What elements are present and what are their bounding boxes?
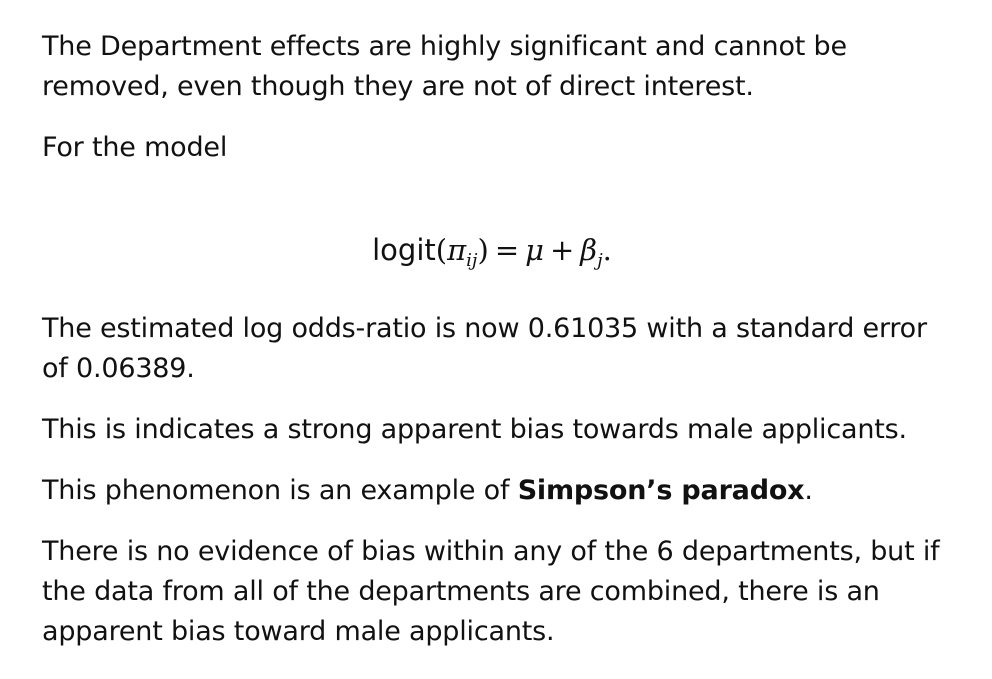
paragraph-log-odds-ratio: The estimated log odds-ratio is now 0.61… [42,309,927,389]
slide-page: { "slide": { "para1": { "lines": [ "The … [0,0,992,679]
text-line: There is no evidence of bias within any … [42,536,940,567]
text-line: the data from all of the departments are… [42,576,880,607]
equation-mu: μ [525,233,544,267]
text-segment: This phenomenon is an example of [42,475,518,506]
equation-beta: β [580,233,598,267]
text-line: For the model [42,132,228,163]
text-segment: . [804,475,813,506]
equation-close-paren: ) [477,233,489,267]
equation-function: logit [372,233,436,267]
paragraph-department-effects: The Department effects are highly signif… [42,27,847,107]
paragraph-bias-towards-male: This is indicates a strong apparent bias… [42,410,907,450]
model-equation: logit(πij) = μ + βj. [42,228,942,272]
text-line: This is indicates a strong apparent bias… [42,414,907,445]
equation-pi: π [447,233,467,267]
paragraph-for-the-model: For the model [42,128,227,168]
text-line: The Department effects are highly signif… [42,31,847,62]
text-line: of 0.06389. [42,353,195,384]
simpsons-paradox-term: Simpson’s paradox [517,475,805,506]
equation-period: . [602,233,612,267]
text-line: This phenomenon is an example of Simpson… [42,471,813,511]
equation-pi-subscript: ij [466,250,478,271]
equation-equals: = [494,233,520,267]
text-line: removed, even though they are not of dir… [42,71,754,102]
text-line: The estimated log odds-ratio is now 0.61… [42,313,927,344]
text-line: apparent bias toward male applicants. [42,616,555,647]
equation-plus: + [549,233,575,267]
paragraph-simpsons-paradox: This phenomenon is an example of Simpson… [42,471,813,511]
equation-open-paren: ( [435,233,448,267]
paragraph-no-evidence-of-bias: There is no evidence of bias within any … [42,532,940,652]
